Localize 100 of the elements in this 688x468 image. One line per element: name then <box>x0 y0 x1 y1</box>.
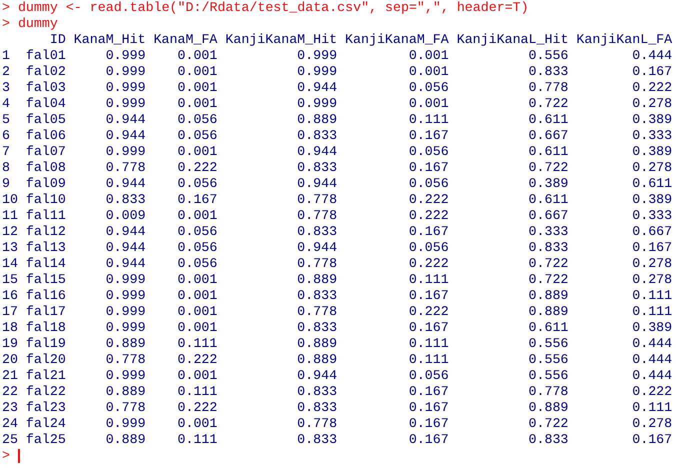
table-cell-text: 0.667 <box>528 128 568 144</box>
table-cell-text: 0.889 <box>296 272 338 288</box>
table-cell-text: 0.833 <box>296 384 338 400</box>
table-cell-text: 0.056 <box>408 240 449 256</box>
table-cell-text: 0.778 <box>528 80 568 96</box>
row-number: 25 <box>2 432 18 448</box>
row-number: 20 <box>2 352 18 368</box>
table-cell-text: 0.278 <box>631 256 672 272</box>
table-cell-text: 0.889 <box>296 112 338 128</box>
row-number: 13 <box>2 240 18 256</box>
table-cell-text: 0.889 <box>104 336 146 352</box>
table-cell-text: 0.167 <box>408 320 449 336</box>
table-cell-text: 0.944 <box>296 368 338 384</box>
table-cell-text: 0.333 <box>528 224 568 240</box>
table-cell-text: 0.833 <box>296 288 338 304</box>
table-cell-text: 0.999 <box>104 368 146 384</box>
table-cell-text: 0.944 <box>296 144 338 160</box>
table-cell-text: 0.833 <box>104 192 146 208</box>
table-cell-text: 0.833 <box>528 240 568 256</box>
table-cell-text: 0.944 <box>104 176 146 192</box>
row-number: 8 <box>2 160 11 176</box>
table-cell-text: 0.333 <box>631 128 672 144</box>
table-cell-text: 0.001 <box>176 272 218 288</box>
table-cell-text: 0.222 <box>176 352 218 368</box>
table-cell: fal21 <box>26 368 66 384</box>
table-cell-text: 0.056 <box>176 256 218 272</box>
column-header: KanjiKanaM_FA <box>345 32 449 48</box>
table-cell-text: 0.056 <box>408 368 449 384</box>
text-cursor <box>18 449 20 463</box>
table-cell: fal22 <box>26 384 66 400</box>
row-number: 9 <box>2 176 11 192</box>
table-cell: fal01 <box>26 48 66 64</box>
table-cell-text: 0.001 <box>176 288 218 304</box>
row-number: 6 <box>2 128 11 144</box>
table-cell-text: 0.222 <box>631 384 672 400</box>
table-cell-text: 0.999 <box>104 96 146 112</box>
table-cell-text: 0.999 <box>296 64 338 80</box>
table-cell: fal14 <box>26 256 66 272</box>
table-cell-text: 0.001 <box>176 320 218 336</box>
table-cell: fal05 <box>26 112 66 128</box>
table-cell-text: 0.056 <box>408 80 449 96</box>
table-cell-text: 0.222 <box>176 400 218 416</box>
row-number: 11 <box>2 208 18 224</box>
table-cell-text: 0.167 <box>408 224 449 240</box>
table-cell-text: 0.167 <box>631 64 672 80</box>
table-cell-text: 0.167 <box>631 432 672 448</box>
table-cell: fal18 <box>26 320 66 336</box>
table-cell-text: 0.999 <box>104 272 146 288</box>
table-cell-text: 0.999 <box>296 48 338 64</box>
table-cell-text: 0.001 <box>176 96 218 112</box>
row-number: 15 <box>2 272 18 288</box>
column-header: KanjiKanL_FA <box>576 32 672 48</box>
table-cell-text: 0.111 <box>176 384 218 400</box>
table-cell: fal17 <box>26 304 66 320</box>
table-cell-text: 0.778 <box>104 160 146 176</box>
table-cell-text: 0.999 <box>104 144 146 160</box>
table-cell-text: 0.222 <box>408 192 449 208</box>
table-cell-text: 0.056 <box>176 176 218 192</box>
table-cell-text: 0.611 <box>528 112 568 128</box>
table-cell: fal15 <box>26 272 66 288</box>
table-cell-text: 0.722 <box>528 96 568 112</box>
table-cell-text: 0.389 <box>631 320 672 336</box>
table-cell-text: 0.001 <box>176 144 218 160</box>
table-cell-text: 0.833 <box>296 432 338 448</box>
table-cell-text: 0.001 <box>176 368 218 384</box>
table-cell-text: 0.833 <box>296 400 338 416</box>
table-cell-text: 0.056 <box>176 112 218 128</box>
column-header: KanjiKanaM_Hit <box>225 32 338 48</box>
table-cell-text: 0.778 <box>296 256 338 272</box>
table-cell-text: 0.056 <box>408 144 449 160</box>
table-cell-text: 0.833 <box>296 320 338 336</box>
table-cell-text: 0.944 <box>296 80 338 96</box>
table-cell-text: 0.056 <box>176 240 218 256</box>
table-cell-text: 0.778 <box>104 352 146 368</box>
table-cell: fal16 <box>26 288 66 304</box>
prompt-symbol: > <box>2 16 10 32</box>
table-cell-text: 0.722 <box>528 160 568 176</box>
table-cell-text: 0.278 <box>631 160 672 176</box>
table-cell: fal07 <box>26 144 66 160</box>
row-number: 3 <box>2 80 11 96</box>
table-cell: fal03 <box>26 80 66 96</box>
table-cell: fal25 <box>26 432 66 448</box>
prompt-symbol: > <box>2 0 10 16</box>
table-cell-text: 0.667 <box>528 208 568 224</box>
table-cell-text: 0.833 <box>296 128 338 144</box>
row-number: 1 <box>2 48 11 64</box>
table-cell-text: 0.556 <box>528 48 568 64</box>
table-cell-text: 0.556 <box>528 352 568 368</box>
command-text: dummy <- read.table("D:/Rdata/test_data.csv", sep=",", header=T) <box>18 0 529 16</box>
table-cell-text: 0.944 <box>296 176 338 192</box>
table-cell-text: 0.444 <box>631 368 672 384</box>
table-cell-text: 0.722 <box>528 272 568 288</box>
table-cell-text: 0.833 <box>296 224 338 240</box>
table-cell-text: 0.556 <box>528 336 568 352</box>
table-cell-text: 0.444 <box>631 48 672 64</box>
table-cell-text: 0.167 <box>408 128 449 144</box>
table-cell: fal06 <box>26 128 66 144</box>
table-cell-text: 0.111 <box>631 288 672 304</box>
table-cell-text: 0.001 <box>176 48 218 64</box>
table-cell: fal04 <box>26 96 66 112</box>
